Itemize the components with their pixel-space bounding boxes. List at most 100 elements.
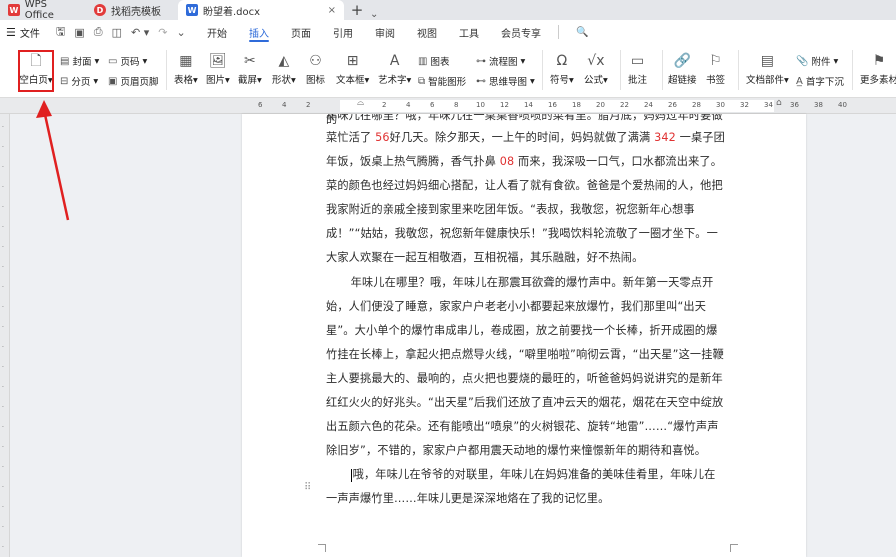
icons-icon: ⚇ bbox=[309, 53, 322, 69]
ruler-number: 2 bbox=[306, 101, 311, 109]
more-material-label: 更多素材 bbox=[860, 75, 896, 86]
page-number-label: 页码 bbox=[120, 57, 140, 68]
horizontal-ruler[interactable]: 6 4 2 ⌓ 2 4 6 8 10 12 14 16 18 20 22 24 … bbox=[0, 98, 896, 114]
page-number-button[interactable]: ▭ 页码 ▾ bbox=[108, 54, 147, 69]
hyperlink-label: 超链接 bbox=[668, 75, 697, 86]
document-workspace: 年味儿在哪里？哦，年味儿在一桌桌香喷喷的菜肴里。腊月底，妈妈过年时要做的 菜忙活… bbox=[10, 114, 896, 557]
table-label: 表格 bbox=[174, 75, 194, 86]
title-bar: W WPS Office D 找稻壳模板 W 盼望着.docx × + ⌄ bbox=[0, 0, 896, 21]
symbol-icon: Ω bbox=[556, 53, 568, 69]
textbox-label: 文本框 bbox=[336, 75, 365, 86]
mindmap-label: 思维导图 bbox=[489, 77, 528, 88]
tab-tools[interactable]: 工具 bbox=[448, 20, 490, 44]
symbol-button[interactable]: Ω 符号▾ bbox=[550, 52, 574, 86]
chevron-down-icon[interactable]: ⌄ bbox=[176, 26, 185, 39]
separator bbox=[662, 50, 663, 90]
export-pdf-icon[interactable]: ▣ bbox=[74, 26, 84, 39]
doc-parts-button[interactable]: ▤ 文档部件▾ bbox=[746, 52, 789, 86]
textbox-button[interactable]: ⊞ 文本框▾ bbox=[336, 52, 369, 86]
separator bbox=[558, 25, 559, 39]
document-body[interactable]: 年味儿在哪里？哦，年味儿在一桌桌香喷喷的菜肴里。腊月底，妈妈过年时要做的 菜忙活… bbox=[326, 114, 726, 512]
hyperlink-button[interactable]: 🔗 超链接 bbox=[668, 52, 697, 86]
drop-cap-button[interactable]: A̲ 首字下沉 bbox=[796, 74, 844, 89]
save-icon[interactable]: 🖫 bbox=[56, 23, 65, 42]
tab-view[interactable]: 视图 bbox=[406, 20, 448, 44]
cover-button[interactable]: ▤ 封面 ▾ bbox=[60, 54, 99, 69]
redo-icon[interactable]: ↷ bbox=[158, 26, 167, 39]
tab-wps-office[interactable]: W WPS Office bbox=[0, 0, 86, 21]
bookmark-button[interactable]: ⚐ 书签 bbox=[706, 52, 725, 86]
comment-label: 批注 bbox=[628, 75, 648, 86]
text-run: 菜忙活了 bbox=[326, 131, 376, 144]
table-icon: ▦ bbox=[179, 53, 193, 69]
comment-button[interactable]: ▭ 批注 bbox=[628, 52, 647, 86]
right-indent-marker-icon[interactable]: ⌂ bbox=[776, 98, 782, 108]
table-button[interactable]: ▦ 表格▾ bbox=[174, 52, 198, 86]
tab-label: 盼望着.docx bbox=[203, 6, 261, 18]
picture-button[interactable]: 🖼 图片▾ bbox=[206, 52, 230, 86]
icon-button[interactable]: ⚇ 图标 bbox=[306, 52, 325, 86]
more-material-button[interactable]: ⚑ 更多素材 bbox=[860, 52, 896, 86]
bookmark-label: 书签 bbox=[706, 75, 726, 86]
add-tab-button[interactable]: + bbox=[344, 0, 370, 20]
flowchart-button[interactable]: ⊶ 流程图 ▾ bbox=[476, 54, 525, 69]
preview-icon[interactable]: ◫ bbox=[112, 26, 122, 39]
screenshot-button[interactable]: ✂ 截屏▾ bbox=[238, 52, 262, 86]
page-number-icon: ▭ bbox=[108, 55, 118, 67]
flowchart-label: 流程图 bbox=[489, 57, 518, 68]
undo-icon[interactable]: ↶ ▾ bbox=[131, 26, 149, 39]
paragraph-2: 年味儿在哪里？哦，年味儿在那震耳欲聋的爆竹声中。新年第一天零点开始，人们便没了睡… bbox=[326, 275, 724, 458]
doc-parts-label: 文档部件 bbox=[746, 75, 785, 86]
separator bbox=[166, 50, 167, 90]
page-break-button[interactable]: ⊟ 分页 ▾ bbox=[60, 74, 98, 89]
ruler-number: 18 bbox=[572, 101, 581, 109]
tab-page[interactable]: 页面 bbox=[280, 20, 322, 44]
tab-docer-template[interactable]: D 找稻壳模板 bbox=[86, 0, 178, 20]
tab-references[interactable]: 引用 bbox=[322, 20, 364, 44]
tab-document[interactable]: W 盼望着.docx × bbox=[178, 0, 344, 20]
vertical-ruler[interactable]: · · · · · · · · · · · · · · · · · · · · · · bbox=[0, 114, 10, 557]
formula-button[interactable]: √x 公式▾ bbox=[584, 52, 608, 86]
red-number: 56 bbox=[375, 131, 390, 144]
partial-top-line: 年味儿在哪里？哦，年味儿在一桌桌香喷喷的菜肴里。腊月底，妈妈过年时要做的 bbox=[326, 114, 726, 126]
icon-label: 图标 bbox=[306, 75, 326, 86]
print-icon[interactable]: ⎙ bbox=[94, 25, 103, 39]
tab-review[interactable]: 审阅 bbox=[364, 20, 406, 44]
chevron-down-icon[interactable]: ⌄ bbox=[370, 9, 378, 20]
material-icon: ⚑ bbox=[872, 53, 886, 69]
attachment-button[interactable]: 📎 附件 ▾ bbox=[796, 54, 838, 69]
shape-button[interactable]: ◭ 形状▾ bbox=[272, 52, 296, 86]
text-run: 好几天。除夕那天，一上午的时间，妈妈就做了满满 bbox=[389, 131, 655, 144]
indent-marker-icon[interactable]: ⌓ bbox=[357, 98, 364, 108]
chart-label: 图表 bbox=[430, 57, 450, 68]
red-number: 08 bbox=[499, 155, 515, 169]
tab-insert[interactable]: 插入 bbox=[238, 20, 280, 44]
tab-home[interactable]: 开始 bbox=[196, 20, 238, 44]
smart-graphic-label: 智能图形 bbox=[428, 77, 467, 88]
wordart-button[interactable]: A 艺术字▾ bbox=[378, 52, 411, 86]
flowchart-icon: ⊶ bbox=[476, 55, 486, 67]
tab-label: WPS Office bbox=[24, 0, 54, 21]
mindmap-button[interactable]: ⊷ 思维导图 ▾ bbox=[476, 74, 535, 89]
document-page[interactable]: 年味儿在哪里？哦，年味儿在一桌桌香喷喷的菜肴里。腊月底，妈妈过年时要做的 菜忙活… bbox=[242, 114, 806, 557]
paperclip-icon: 📎 bbox=[796, 55, 809, 67]
ruler-number: 32 bbox=[740, 101, 749, 109]
header-footer-button[interactable]: ▣ 页眉页脚 bbox=[108, 74, 158, 89]
tab-member[interactable]: 会员专享 bbox=[490, 20, 552, 44]
comment-icon: ▭ bbox=[630, 53, 645, 69]
formula-icon: √x bbox=[587, 53, 605, 69]
paragraph-1: 菜忙活了 56好几天。除夕那天，一上午的时间，妈妈就做了满满 342 一桌子团年… bbox=[326, 126, 726, 271]
close-icon[interactable]: × bbox=[328, 5, 336, 16]
smart-graphic-button[interactable]: ⧉ 智能图形 bbox=[418, 74, 467, 89]
word-doc-icon: W bbox=[186, 4, 198, 16]
file-menu[interactable]: ☰ 文件 bbox=[0, 25, 46, 40]
ruler-number: 30 bbox=[716, 101, 725, 109]
wordart-icon: A bbox=[389, 53, 400, 69]
doc-parts-icon: ▤ bbox=[760, 53, 775, 69]
drag-handle-icon[interactable]: ⠿ bbox=[304, 482, 311, 493]
menu-tabs: 开始 插入 页面 引用 审阅 视图 工具 会员专享 🔍 bbox=[196, 20, 599, 44]
crop-mark bbox=[730, 544, 738, 552]
formula-label: 公式 bbox=[584, 75, 604, 86]
search-icon[interactable]: 🔍 bbox=[565, 20, 599, 44]
chart-button[interactable]: ▥ 图表 bbox=[418, 54, 450, 69]
